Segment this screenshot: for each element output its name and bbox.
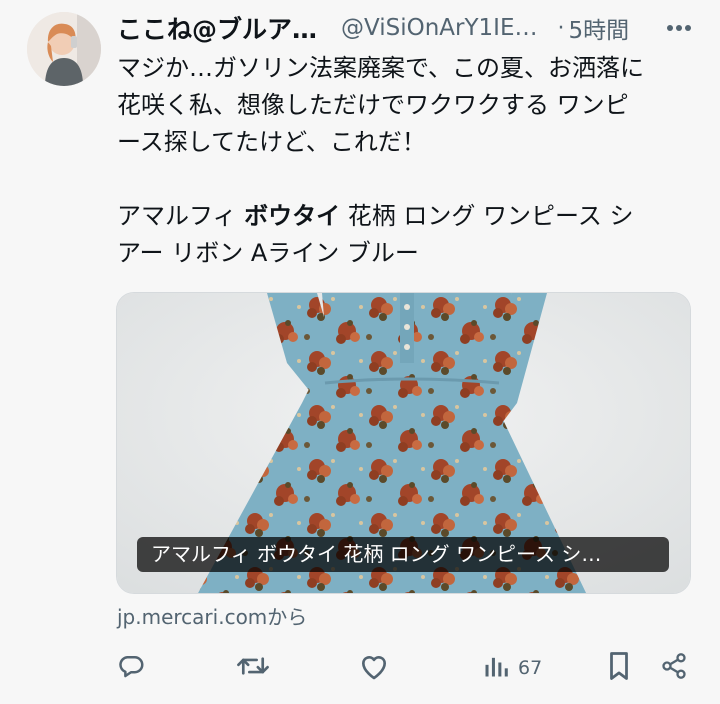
- tweet[interactable]: ここね@ブルア… @ViSiOnArY1IE… · 5時間 マジか…ガソリン法案…: [0, 0, 720, 704]
- card-source[interactable]: jp.mercari.comから: [117, 601, 307, 630]
- views-button[interactable]: 67: [482, 650, 542, 686]
- like-button[interactable]: [358, 650, 390, 686]
- share-button[interactable]: [660, 650, 688, 686]
- product-title-line: アー リボン Aライン ブルー: [117, 239, 419, 267]
- tweet-text: マジか…ガソリン法案廃案で、この夏、お洒落に 花咲く私、想像しただけでワクワクす…: [117, 50, 697, 272]
- product-title-prefix: アマルフィ: [117, 202, 245, 230]
- reply-icon: [116, 651, 146, 685]
- product-title-suffix: 花柄 ロング ワンピース シ: [340, 202, 634, 230]
- avatar[interactable]: [27, 12, 101, 86]
- retweet-icon: [236, 651, 270, 685]
- user-handle[interactable]: @ViSiOnArY1IE…: [341, 15, 537, 41]
- timestamp[interactable]: 5時間: [569, 11, 630, 45]
- separator-dot: ·: [557, 15, 565, 41]
- share-icon: [660, 651, 688, 685]
- product-title-bold: ボウタイ: [244, 202, 341, 230]
- display-name[interactable]: ここね@ブルア…: [117, 10, 317, 46]
- views-icon: [482, 652, 510, 684]
- product-title-line: アマルフィ ボウタイ 花柄 ロング ワンピース シ: [117, 198, 697, 235]
- like-icon: [358, 651, 390, 685]
- card-caption: アマルフィ ボウタイ 花柄 ロング ワンピース シ…: [137, 537, 669, 572]
- tweet-text-line: ース探してたけど、これだ！: [117, 128, 426, 156]
- reply-button[interactable]: [116, 650, 146, 686]
- tweet-text-line: マジか…ガソリン法案廃案で、この夏、お洒落に: [117, 54, 645, 82]
- bookmark-icon: [606, 651, 632, 685]
- tweet-text-line: 花咲く私、想像しただけでワクワクする ワンピ: [117, 91, 629, 119]
- views-count: 67: [518, 657, 543, 679]
- retweet-button[interactable]: [236, 650, 270, 686]
- action-bar: 67: [0, 640, 720, 696]
- tweet-header: ここね@ブルア… @ViSiOnArY1IE… · 5時間: [117, 10, 697, 46]
- bookmark-button[interactable]: [606, 650, 632, 686]
- more-icon[interactable]: [661, 14, 697, 42]
